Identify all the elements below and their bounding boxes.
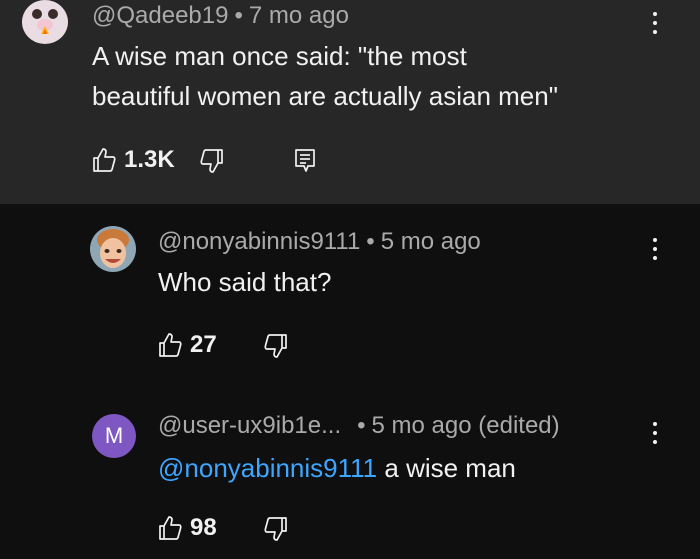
thumbs-down-icon (264, 334, 287, 358)
like-count: 98 (190, 514, 217, 541)
thumbs-down-icon (200, 149, 223, 173)
reply-menu-button[interactable] (650, 238, 660, 260)
separator: • (234, 2, 243, 29)
reply-author-line: @nonyabinnis9111 • 5 mo ago (158, 228, 481, 256)
avatar-image (22, 0, 68, 44)
kebab-dot (653, 21, 657, 25)
dislike-button[interactable] (264, 333, 288, 359)
kebab-dot (653, 12, 657, 16)
kebab-dot (653, 30, 657, 34)
avatar-image (90, 226, 136, 272)
kebab-dot (653, 431, 657, 435)
kebab-dot (653, 256, 657, 260)
like-button[interactable]: 1.3K (92, 146, 175, 174)
thumbs-up-icon (93, 148, 116, 172)
comment-menu-button[interactable] (650, 12, 660, 34)
reply-author[interactable]: @nonyabinnis9111 (158, 228, 360, 255)
avatar[interactable]: M (92, 414, 136, 458)
replies-button[interactable] (294, 148, 316, 174)
reply-time[interactable]: 5 mo ago (edited) (372, 412, 560, 439)
kebab-dot (653, 422, 657, 426)
kebab-dot (653, 238, 657, 242)
like-button[interactable]: 27 (158, 331, 217, 359)
replies-icon (295, 149, 315, 172)
mention-link[interactable]: @nonyabinnis9111 (158, 453, 377, 483)
comment-author-line: @Qadeeb19 • 7 mo ago (92, 2, 349, 30)
avatar[interactable] (22, 0, 68, 44)
reply-time[interactable]: 5 mo ago (381, 228, 481, 255)
reply-text: Who said that? (158, 267, 332, 297)
avatar[interactable] (90, 226, 136, 272)
like-count: 27 (190, 331, 217, 358)
comment-text: A wise man once said: "the most beautifu… (92, 36, 558, 116)
comment-author[interactable]: @Qadeeb19 (92, 2, 228, 29)
reply-text-body: a wise man (377, 453, 516, 483)
kebab-dot (653, 440, 657, 444)
thumbs-up-icon (159, 516, 182, 540)
reply-author[interactable]: @user-ux9ib1e... (158, 412, 341, 439)
comment-text-line-1: A wise man once said: "the most (92, 41, 467, 71)
separator: • (357, 412, 366, 439)
reply-text: @nonyabinnis9111 a wise man (158, 448, 516, 488)
comment-time[interactable]: 7 mo ago (249, 2, 349, 29)
like-button[interactable]: 98 (158, 514, 217, 542)
comment-text-line-2: beautiful women are actually asian men" (92, 81, 558, 111)
kebab-dot (653, 247, 657, 251)
reply-menu-button[interactable] (650, 422, 660, 444)
like-count: 1.3K (124, 146, 175, 173)
dislike-button[interactable] (200, 148, 224, 174)
separator: • (366, 228, 375, 255)
highlighted-comment: @Qadeeb19 • 7 mo ago A wise man once said:… (0, 0, 700, 204)
thumbs-down-icon (264, 517, 287, 541)
reply-author-line: @user-ux9ib1e... • 5 mo ago (edited) (158, 412, 560, 440)
thumbs-up-icon (159, 333, 182, 357)
dislike-button[interactable] (264, 516, 288, 542)
